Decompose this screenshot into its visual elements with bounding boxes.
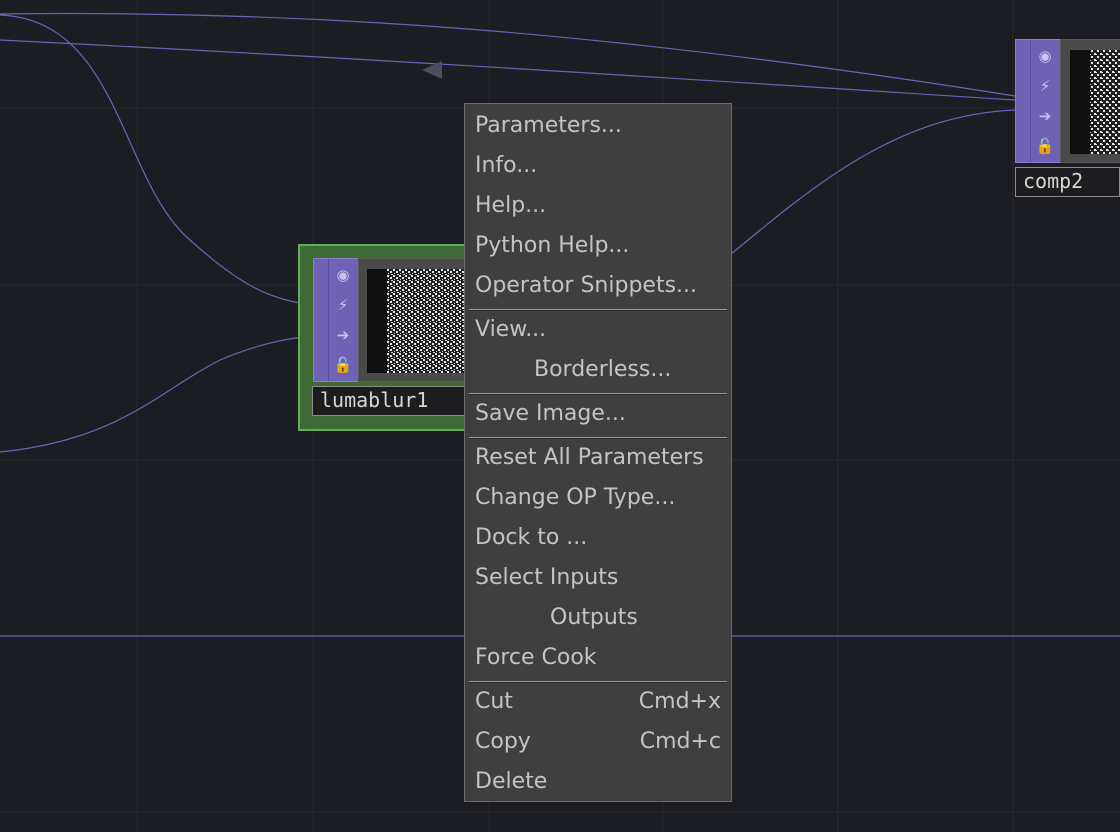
node-flag-strip: ◉ ⚡ ➔ 🔓 <box>313 258 359 382</box>
menu-item-parameters[interactable]: Parameters... <box>475 111 721 141</box>
wire-left-to-lumablur1-b <box>0 335 314 453</box>
bypass-flag-icon[interactable]: ➔ <box>329 321 357 349</box>
viewer-flag-icon[interactable]: ◉ <box>1031 42 1059 70</box>
menu-separator <box>469 437 727 439</box>
menu-item-change-op-type[interactable]: Change OP Type... <box>475 483 721 513</box>
menu-item-delete[interactable]: Delete <box>475 767 721 797</box>
node-viewer[interactable] <box>358 258 475 382</box>
menu-item-select-outputs[interactable]: Outputs <box>550 603 721 633</box>
operator-node-comp2[interactable]: ◉ ⚡ ➔ 🔓 comp2 <box>1014 38 1120 200</box>
wire-left-to-lumablur1-a <box>0 14 314 306</box>
node-name-label[interactable]: lumablur1 <box>312 386 473 416</box>
cook-flag-icon[interactable]: ⚡ <box>329 291 357 319</box>
menu-separator <box>469 309 727 311</box>
operator-node-lumablur1[interactable]: ◉ ⚡ ➔ 🔓 lumablur1 <box>298 244 475 431</box>
node-name-label[interactable]: comp2 <box>1015 167 1120 197</box>
lock-flag-icon[interactable]: 🔓 <box>329 351 357 379</box>
menu-separator <box>469 393 727 395</box>
lock-flag-icon[interactable]: 🔓 <box>1031 132 1059 160</box>
shortcut-label: Cmd+x <box>638 689 721 714</box>
node-viewer[interactable] <box>1060 39 1120 163</box>
viewer-flag-icon[interactable]: ◉ <box>329 261 357 289</box>
menu-item-borderless[interactable]: Borderless... <box>534 355 721 385</box>
wire-top-to-comp2 <box>0 12 1016 97</box>
wire-comp2-back <box>0 39 1016 101</box>
shortcut-label: Cmd+c <box>639 729 721 754</box>
menu-item-dock-to[interactable]: Dock to ... <box>475 523 721 553</box>
menu-item-help[interactable]: Help... <box>475 191 721 221</box>
menu-separator <box>469 681 727 683</box>
context-menu: Parameters... Info... Help... Python Hel… <box>464 103 732 802</box>
menu-item-operator-snippets[interactable]: Operator Snippets... <box>475 271 721 301</box>
menu-item-select-inputs[interactable]: Select Inputs <box>475 563 721 593</box>
noise-preview-image <box>1090 50 1120 154</box>
cook-flag-icon[interactable]: ⚡ <box>1031 72 1059 100</box>
menu-item-save-image[interactable]: Save Image... <box>475 399 721 429</box>
bypass-flag-icon[interactable]: ➔ <box>1031 102 1059 130</box>
menu-item-view[interactable]: View... <box>475 315 721 345</box>
menu-item-force-cook[interactable]: Force Cook <box>475 643 721 673</box>
menu-item-cut[interactable]: Cut Cmd+x <box>475 687 721 717</box>
wire-lumablur1-to-comp2 <box>729 109 1016 256</box>
node-flag-strip: ◉ ⚡ ➔ 🔓 <box>1015 39 1061 163</box>
menu-item-python-help[interactable]: Python Help... <box>475 231 721 261</box>
menu-item-info[interactable]: Info... <box>475 151 721 181</box>
menu-item-copy[interactable]: Copy Cmd+c <box>475 727 721 757</box>
noise-preview-image <box>387 269 474 373</box>
menu-item-reset-all-parameters[interactable]: Reset All Parameters <box>475 443 721 473</box>
